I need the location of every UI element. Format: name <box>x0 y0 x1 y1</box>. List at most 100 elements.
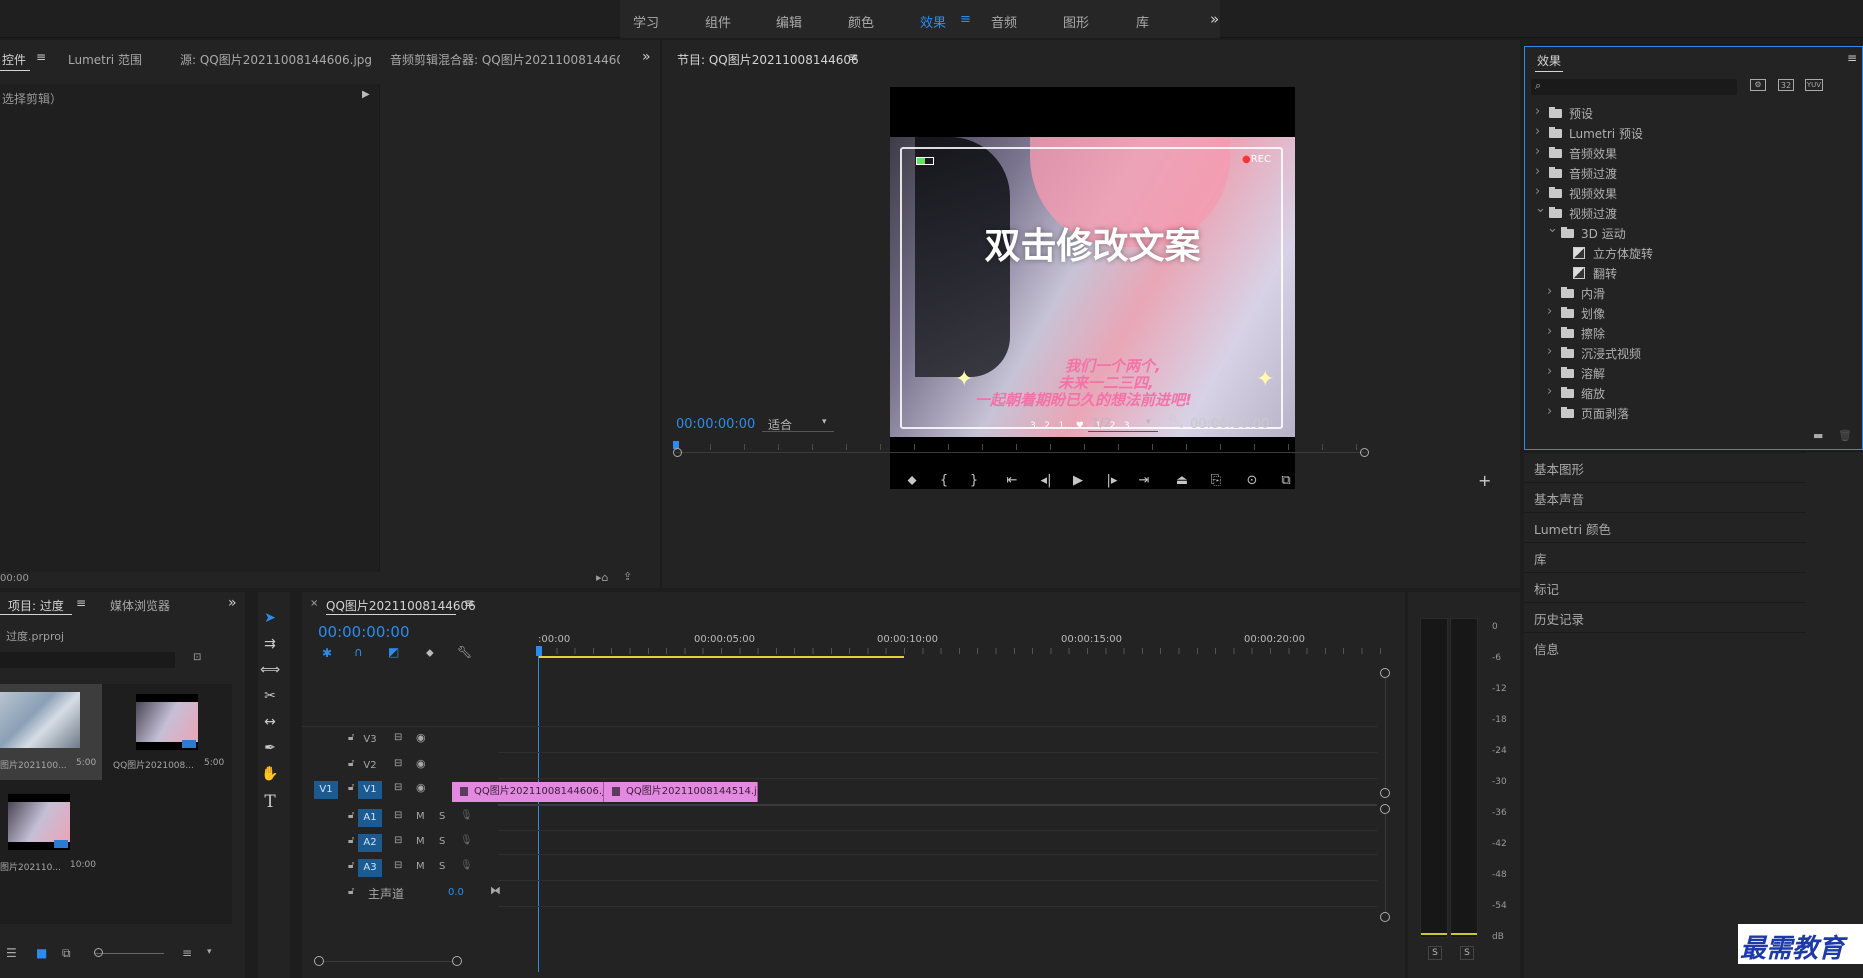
effects-tree-item[interactable]: › 音频过渡 <box>1525 163 1863 183</box>
chevron-right-icon[interactable]: › <box>1535 144 1540 159</box>
ripple-edit-tool-icon[interactable]: ⟺ <box>258 662 282 678</box>
selection-tool-icon[interactable]: ➤ <box>258 610 282 626</box>
tab-source[interactable]: 源: QQ图片20211008144606.jpg <box>180 51 372 68</box>
list-view-icon[interactable]: ☰ <box>6 946 17 960</box>
workspace-tab-effects[interactable]: 效果 <box>920 12 946 31</box>
program-title[interactable]: 节目: QQ图片20211008144606 <box>677 51 859 68</box>
panel-more-icon[interactable]: » <box>228 595 237 611</box>
workspace-tab-libraries[interactable]: 库 <box>1136 12 1149 31</box>
type-tool-icon[interactable]: T <box>258 792 282 812</box>
effects-tree-item[interactable]: › 划像 <box>1525 303 1863 323</box>
timeline-close-icon[interactable]: × <box>310 598 318 609</box>
tab-project[interactable]: 项目: 过度 <box>8 597 64 614</box>
sync-lock-icon[interactable]: ⊟ <box>394 860 402 871</box>
track-v2-toggle[interactable]: V2 <box>358 757 382 775</box>
freeform-view-icon[interactable]: ⧉ <box>62 946 71 961</box>
track-a2-toggle[interactable]: A2 <box>358 834 382 852</box>
chevron-right-icon[interactable]: › <box>1547 364 1552 379</box>
playhead-timecode[interactable]: 00:00:00:00 <box>676 417 755 432</box>
track-a3-toggle[interactable]: A3 <box>358 859 382 877</box>
sync-lock-icon[interactable]: ⊟ <box>394 758 402 769</box>
workspace-tab-assembly[interactable]: 组件 <box>705 12 731 31</box>
source-patch-v1[interactable]: V1 <box>314 781 338 799</box>
zoom-slider[interactable] <box>94 953 164 954</box>
effects-search-input[interactable]: ⌕ <box>1531 79 1737 95</box>
sync-lock-icon[interactable]: ⊟ <box>394 835 402 846</box>
effects-tree-item[interactable]: ⌄ 3D 运动 <box>1525 221 1863 243</box>
effects-tree-item[interactable]: › 缩放 <box>1525 383 1863 403</box>
workspace-tab-audio[interactable]: 音频 <box>991 12 1017 31</box>
solo-button[interactable]: S <box>439 811 445 822</box>
eye-icon[interactable]: ◉ <box>416 731 426 744</box>
chevron-right-icon[interactable]: › <box>1535 184 1540 199</box>
chevron-right-icon[interactable]: › <box>1535 124 1540 139</box>
mic-icon[interactable]: 🎙︎ <box>460 810 473 821</box>
hscroll-track[interactable] <box>324 961 452 962</box>
effects-tree-item[interactable]: › 擦除 <box>1525 323 1863 343</box>
new-search-bin-icon[interactable]: ⊡ <box>193 652 201 663</box>
panel-info[interactable]: 信息 <box>1524 632 1806 660</box>
step-back-icon[interactable]: ◂| <box>1036 473 1056 488</box>
chevron-down-icon[interactable]: ⌄ <box>1535 201 1546 216</box>
chevron-down-icon[interactable]: ⌄ <box>1547 221 1558 236</box>
solo-left-button[interactable]: S <box>1428 946 1442 960</box>
panel-libraries[interactable]: 库 <box>1524 542 1806 570</box>
lock-icon[interactable]: 🔓︎ <box>348 835 354 846</box>
workspace-more-icon[interactable]: » <box>1210 10 1219 28</box>
eye-icon[interactable]: ◉ <box>416 781 426 794</box>
panel-markers[interactable]: 标记 <box>1524 572 1806 600</box>
tab-menu-icon[interactable]: ≡ <box>36 50 46 64</box>
timeline-menu-icon[interactable]: ≡ <box>464 596 474 610</box>
delete-icon[interactable]: 🗑︎ <box>1838 429 1852 442</box>
timeline-clip[interactable]: QQ图片20211008144514.jpg <box>604 782 758 802</box>
chevron-right-icon[interactable]: › <box>1535 164 1540 179</box>
pen-tool-icon[interactable]: ✒ <box>258 740 282 756</box>
tab-effect-controls[interactable]: 控件 <box>2 51 26 68</box>
timeline-clip[interactable]: QQ图片20211008144606.jpg <box>452 782 604 802</box>
chevron-right-icon[interactable]: › <box>1547 404 1552 419</box>
chevron-right-icon[interactable]: › <box>1535 104 1540 119</box>
chevron-right-icon[interactable]: › <box>1547 284 1552 299</box>
workspace-tab-edit[interactable]: 编辑 <box>776 12 802 31</box>
project-item-thumbnail[interactable] <box>136 694 198 750</box>
solo-button[interactable]: S <box>439 836 445 847</box>
work-area-bar[interactable] <box>538 656 904 658</box>
go-to-in-icon[interactable]: ⇤ <box>1002 473 1022 488</box>
export-frame-icon[interactable]: ⊙ <box>1242 473 1262 488</box>
scrub-start-handle[interactable] <box>673 448 682 457</box>
lock-icon[interactable]: 🔓︎ <box>348 886 354 897</box>
chevron-right-icon[interactable]: › <box>1547 324 1552 339</box>
timeline-ruler[interactable]: :00:00 00:00:05:00 00:00:10:00 00:00:15:… <box>536 634 1398 664</box>
export-frame-icon[interactable]: ▸⌂ <box>596 571 609 584</box>
effects-tree-item[interactable]: › 视频效果 <box>1525 183 1863 203</box>
program-menu-icon[interactable]: ≡ <box>848 50 858 64</box>
hscroll-handle[interactable] <box>314 956 324 966</box>
scrub-end-handle[interactable] <box>1360 448 1369 457</box>
lift-icon[interactable]: ⏏ <box>1172 473 1192 488</box>
track-v3-toggle[interactable]: V3 <box>358 731 382 749</box>
32bit-effects-icon[interactable]: 32 <box>1778 79 1794 91</box>
icon-view-icon[interactable]: ■ <box>36 946 47 960</box>
resolution-dropdown[interactable]: 1/2 ▾ <box>1088 416 1158 432</box>
vscroll-handle[interactable] <box>1380 668 1390 678</box>
chevron-right-icon[interactable]: › <box>1547 304 1552 319</box>
timeline-sequence-tab[interactable]: QQ图片20211008144606 <box>326 597 476 614</box>
effects-tree-item[interactable]: › 页面剥落 <box>1525 403 1863 423</box>
extract-icon[interactable]: ⎘ <box>1206 473 1226 488</box>
vscroll-handle[interactable] <box>1380 788 1390 798</box>
track-a1-toggle[interactable]: A1 <box>358 809 382 827</box>
play-icon[interactable]: ▶ <box>1068 473 1088 488</box>
effects-menu-icon[interactable]: ≡ <box>1847 51 1857 65</box>
mark-out-icon[interactable]: } <box>964 473 984 488</box>
slip-tool-icon[interactable]: ↔ <box>258 714 282 730</box>
accelerated-effects-icon[interactable]: ⚙ <box>1750 79 1766 91</box>
project-item-thumbnail[interactable] <box>8 794 70 850</box>
panel-essential-sound[interactable]: 基本声音 <box>1524 482 1806 510</box>
master-volume[interactable]: 0.0 <box>448 887 464 898</box>
razor-tool-icon[interactable]: ✂ <box>258 688 282 704</box>
effects-tree-item[interactable]: ⌄ 视频过渡 <box>1525 201 1863 223</box>
zoom-slider-handle[interactable] <box>94 948 103 957</box>
solo-button[interactable]: S <box>439 861 445 872</box>
project-item-thumbnail[interactable] <box>0 692 80 748</box>
chevron-right-icon[interactable]: › <box>1547 384 1552 399</box>
